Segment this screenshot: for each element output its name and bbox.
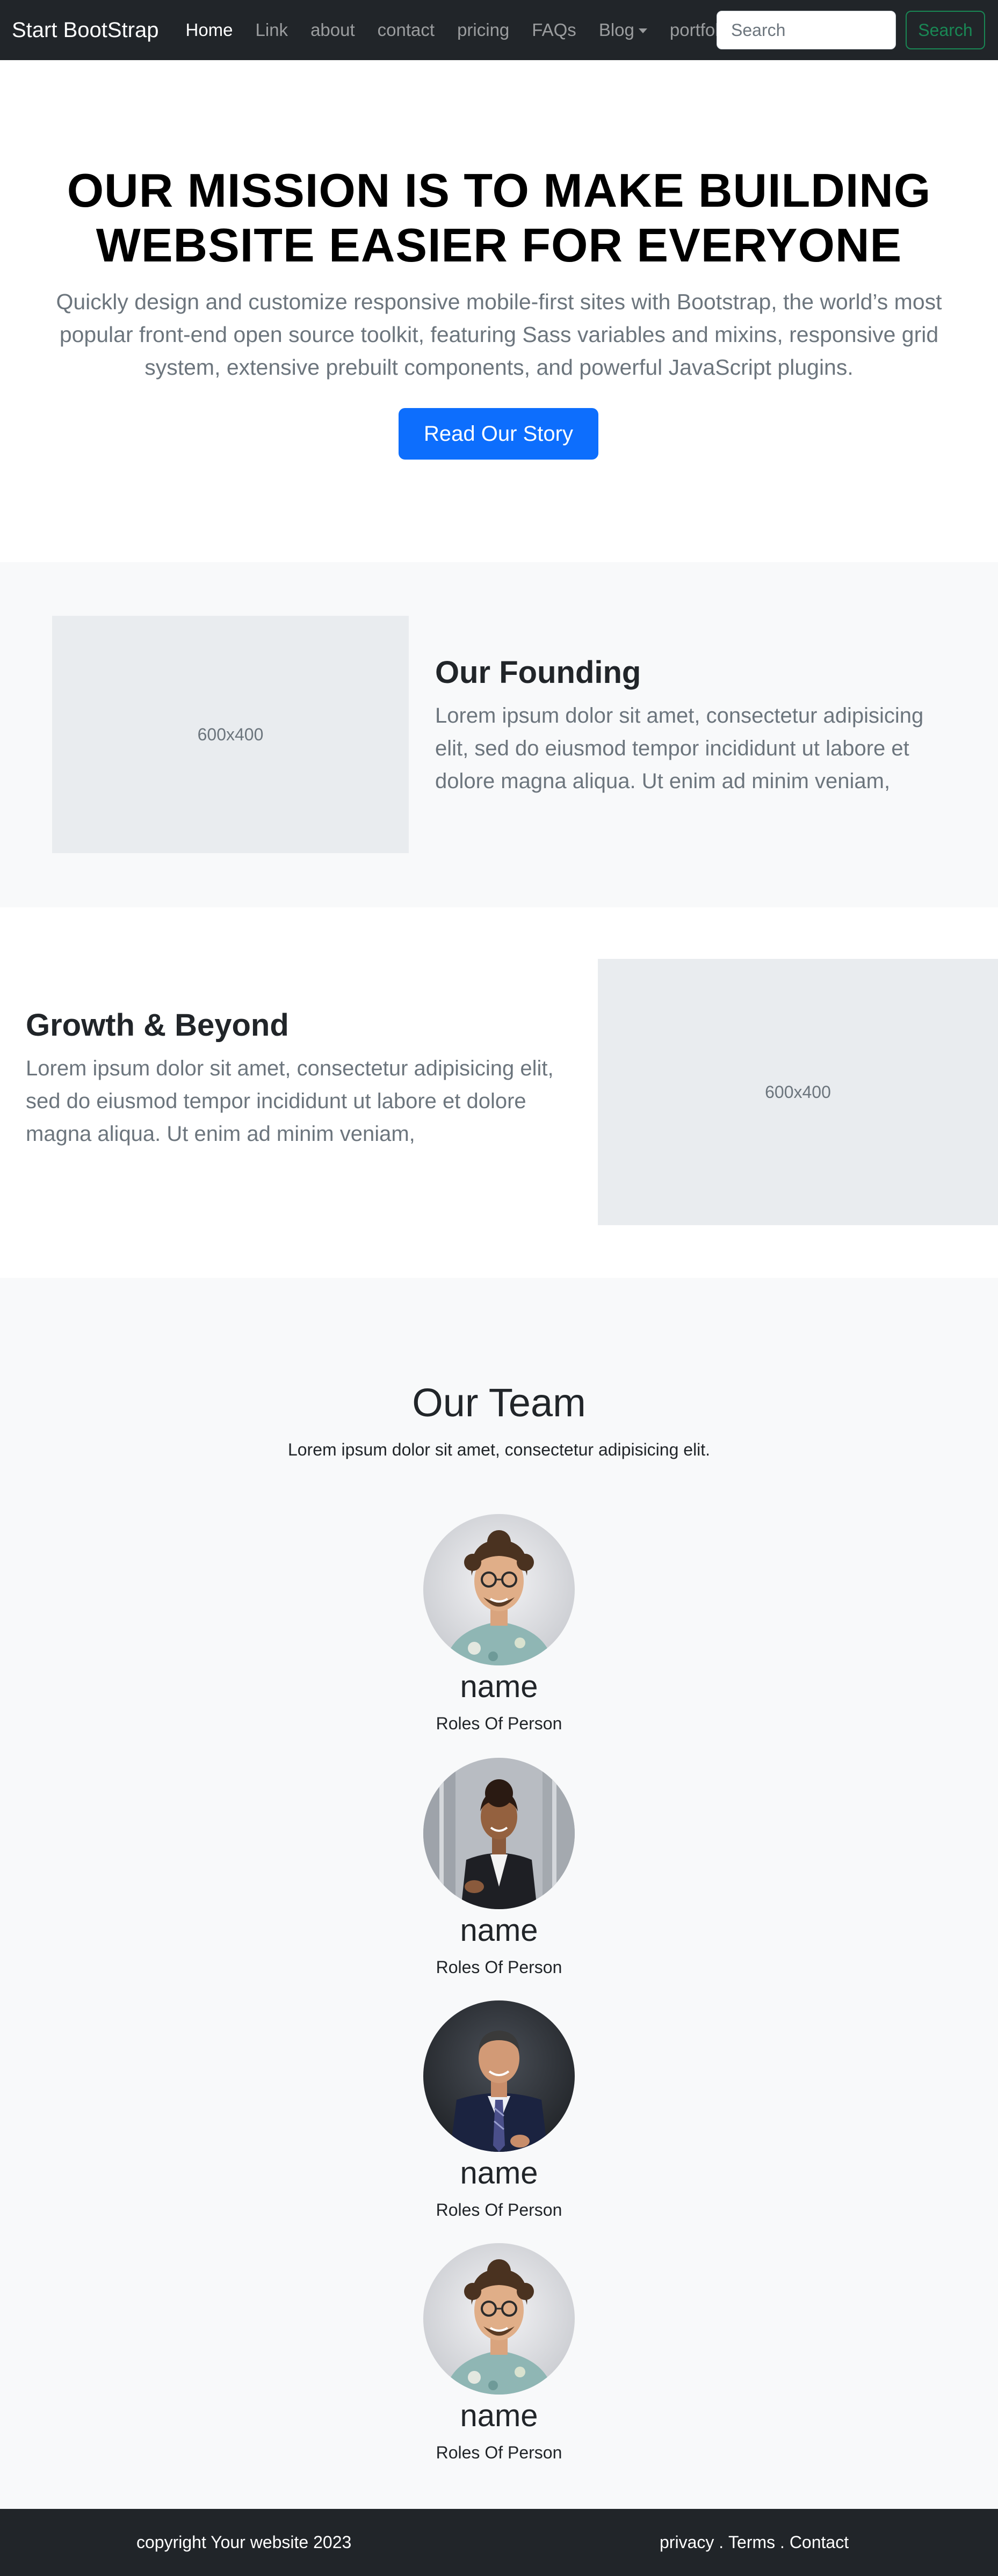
- nav-dropdown-blog-label: Blog: [598, 20, 634, 40]
- growth-text: Lorem ipsum dolor sit amet, consectetur …: [26, 1057, 554, 1146]
- read-our-story-button[interactable]: Read Our Story: [399, 408, 598, 460]
- founding-text: Lorem ipsum dolor sit amet, consectetur …: [435, 704, 924, 793]
- team-member-photo: [423, 1514, 575, 1665]
- growth-image-placeholder: 600x400: [598, 959, 998, 1225]
- brand-logo[interactable]: Start BootStrap: [12, 18, 158, 42]
- search-button[interactable]: Search: [906, 11, 985, 49]
- founding-section: 600x400 Our Founding Lorem ipsum dolor s…: [0, 562, 998, 907]
- hero-section: OUR MISSION IS TO MAKE BUILDING WEBSITE …: [0, 60, 998, 562]
- team-member-name: name: [460, 2398, 538, 2433]
- team-member-role: Roles Of Person: [436, 2443, 562, 2462]
- nav-link-about[interactable]: about: [310, 20, 355, 40]
- nav-link-link[interactable]: Link: [256, 20, 288, 40]
- footer-link-contact[interactable]: Contact: [790, 2533, 849, 2552]
- footer-links: privacy . Terms . Contact: [660, 2533, 849, 2552]
- team-member-role: Roles Of Person: [436, 1714, 562, 1733]
- nav-link-faqs[interactable]: FAQs: [532, 20, 576, 40]
- hero-text: Quickly design and customize responsive …: [56, 289, 942, 380]
- footer-separator: .: [775, 2533, 790, 2552]
- growth-title: Growth & Beyond: [26, 1008, 289, 1043]
- footer-link-terms[interactable]: Terms: [728, 2533, 775, 2552]
- team-member-card: name Roles Of Person: [392, 1758, 606, 1977]
- footer-link-privacy[interactable]: privacy: [660, 2533, 714, 2552]
- founding-image-placeholder: 600x400: [52, 616, 409, 853]
- team-member-name: name: [460, 1913, 538, 1948]
- nav-dropdown-blog[interactable]: Blog: [599, 20, 647, 40]
- team-member-role: Roles Of Person: [436, 2200, 562, 2220]
- search-input[interactable]: [717, 11, 896, 49]
- team-member-role: Roles Of Person: [436, 1958, 562, 1977]
- navbar: Start BootStrap Home Link about contact …: [0, 0, 998, 60]
- team-section: Our Team Lorem ipsum dolor sit amet, con…: [0, 1278, 998, 2509]
- nav-link-pricing[interactable]: pricing: [457, 20, 509, 40]
- team-member-card: name Roles Of Person: [392, 2243, 606, 2463]
- nav-link-contact[interactable]: contact: [378, 20, 435, 40]
- team-member-card: name Roles Of Person: [392, 2000, 606, 2220]
- founding-title: Our Founding: [435, 655, 641, 690]
- team-member-photo: [423, 2000, 575, 2152]
- team-member-card: name Roles Of Person: [392, 1514, 606, 1734]
- team-member-photo: [423, 1758, 575, 1909]
- caret-down-icon: [638, 28, 647, 33]
- footer-separator: .: [714, 2533, 729, 2552]
- nav-links: Home Link about contact pricing FAQs Blo…: [185, 20, 768, 40]
- growth-image-label: 600x400: [765, 1082, 831, 1102]
- footer-copyright: copyright Your website 2023: [136, 2533, 352, 2552]
- hero-title: OUR MISSION IS TO MAKE BUILDING WEBSITE …: [67, 164, 931, 272]
- team-title: Our Team: [412, 1380, 586, 1425]
- team-member-name: name: [460, 2156, 538, 2191]
- nav-link-home[interactable]: Home: [185, 20, 233, 40]
- growth-section: Growth & Beyond Lorem ipsum dolor sit am…: [0, 907, 998, 1278]
- footer: copyright Your website 2023 privacy . Te…: [0, 2509, 998, 2576]
- team-member-photo: [423, 2243, 575, 2395]
- team-subtitle: Lorem ipsum dolor sit amet, consectetur …: [287, 1440, 711, 1459]
- founding-image-label: 600x400: [197, 724, 264, 744]
- team-member-name: name: [460, 1669, 538, 1704]
